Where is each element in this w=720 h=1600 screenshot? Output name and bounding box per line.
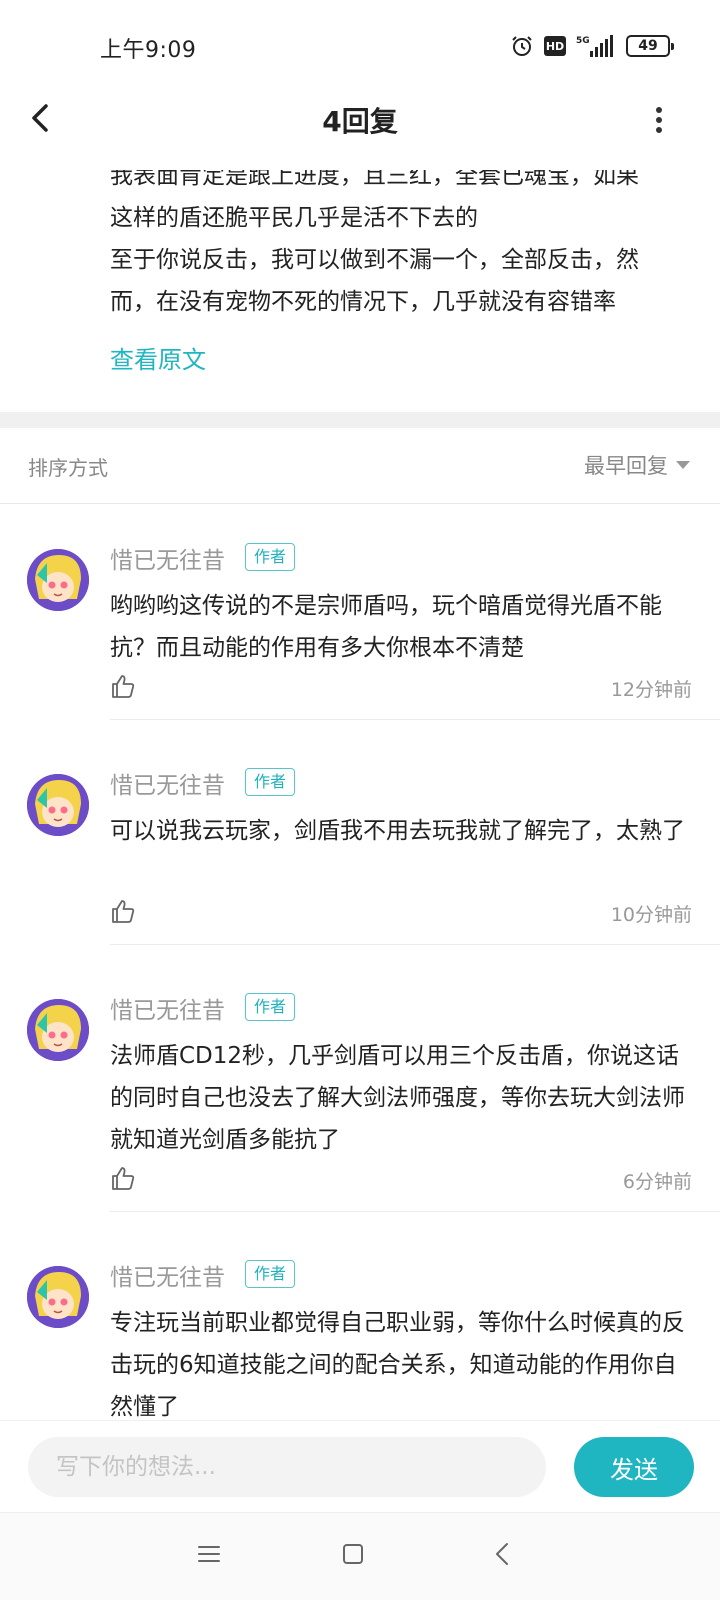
author-badge: 作者 [245, 768, 296, 796]
caret-down-icon [676, 461, 690, 469]
status-icons: HD 5G 49 [510, 32, 674, 60]
avatar-image [27, 999, 89, 1061]
back-chevron-icon[interactable] [488, 1539, 518, 1569]
system-nav-bar [0, 1512, 720, 1600]
reply-list: 惜已无往昔 作者 哟哟哟这传说的不是宗师盾吗，玩个暗盾觉得光盾不能抗？而且动能的… [0, 505, 720, 1420]
reply-time: 6分钟前 [622, 1171, 692, 1193]
post-line: 至于你说反击，我可以做到不漏一个，全部反击，然 [110, 247, 639, 273]
page-title: 4回复 [322, 105, 398, 138]
avatar[interactable] [27, 549, 89, 611]
reply-input-bar: 发送 [0, 1420, 720, 1510]
sort-label: 排序方式 [28, 456, 108, 480]
username[interactable]: 惜已无往昔 [110, 1258, 225, 1292]
menu-icon[interactable] [194, 1539, 224, 1569]
reply-item: 惜已无往昔 作者 可以说我云玩家，剑盾我不用去玩我就了解完了，太熟了 10分钟前 [0, 730, 720, 955]
status-bar: 上午9:09 HD 5G 49 [0, 0, 720, 92]
avatar[interactable] [27, 999, 89, 1061]
thumbs-up-icon[interactable] [110, 1165, 136, 1191]
author-badge: 作者 [245, 993, 296, 1021]
username[interactable]: 惜已无往昔 [110, 766, 225, 800]
reply-item: 惜已无往昔 作者 法师盾CD12秒，几乎剑盾可以用三个反击盾，你说这话的同时自己… [0, 955, 720, 1222]
sort-dropdown[interactable]: 最早回复 [584, 450, 690, 480]
reply-text: 可以说我云玩家，剑盾我不用去玩我就了解完了，太熟了 [110, 818, 685, 844]
author-badge: 作者 [245, 1260, 296, 1288]
avatar[interactable] [27, 1266, 89, 1328]
battery-indicator: 49 [626, 35, 674, 57]
post-line: 而，在没有宠物不死的情况下，几乎就没有容错率 [110, 289, 616, 315]
reply-text: 专注玩当前职业都觉得自己职业弱，等你什么时候真的反击玩的6知道技能之间的配合关系… [110, 1310, 685, 1420]
avatar-image [27, 549, 89, 611]
sort-value: 最早回复 [584, 454, 668, 478]
reply-time: 12分钟前 [610, 679, 692, 701]
username[interactable]: 惜已无往昔 [110, 541, 225, 575]
reply-input[interactable] [28, 1437, 546, 1497]
row-divider [110, 1211, 720, 1212]
reply-text: 哟哟哟这传说的不是宗师盾吗，玩个暗盾觉得光盾不能抗？而且动能的作用有多大你根本不… [110, 593, 662, 661]
avatar-image [27, 774, 89, 836]
view-original-link[interactable]: 查看原文 [110, 340, 206, 375]
reply-text: 法师盾CD12秒，几乎剑盾可以用三个反击盾，你说这话的同时自己也没去了解大剑法师… [110, 1043, 685, 1153]
header: 4回复 [0, 92, 720, 170]
sort-bar: 排序方式 最早回复 [0, 428, 720, 504]
avatar-image [27, 1266, 89, 1328]
section-divider [0, 412, 720, 428]
status-time: 上午9:09 [100, 38, 197, 63]
original-post: 我表面肯定是跟上进度，且三红，全套已魂宝，如果 这样的盾还脆平民几乎是活不下去的… [0, 170, 720, 412]
author-badge: 作者 [245, 543, 296, 571]
signal-icon: 5G [576, 35, 613, 57]
alarm-clock-icon [512, 36, 532, 56]
row-divider [110, 719, 720, 720]
reply-item: 惜已无往昔 作者 哟哟哟这传说的不是宗师盾吗，玩个暗盾觉得光盾不能抗？而且动能的… [0, 505, 720, 730]
home-square-icon[interactable] [338, 1539, 368, 1569]
reply-time: 10分钟前 [610, 904, 692, 926]
network-label: 5G [576, 36, 590, 46]
thumbs-up-icon[interactable] [110, 898, 136, 924]
post-line: 这样的盾还脆平民几乎是活不下去的 [110, 205, 478, 231]
avatar[interactable] [27, 774, 89, 836]
reply-item: 惜已无往昔 作者 专注玩当前职业都觉得自己职业弱，等你什么时候真的反击玩的6知道… [0, 1222, 720, 1420]
send-button[interactable]: 发送 [574, 1437, 694, 1497]
username[interactable]: 惜已无往昔 [110, 991, 225, 1025]
hd-badge: HD [544, 36, 566, 56]
post-line: 我表面肯定是跟上进度，且三红，全套已魂宝，如果 [110, 170, 639, 189]
more-vertical-icon[interactable] [644, 100, 674, 140]
row-divider [110, 944, 720, 945]
thumbs-up-icon[interactable] [110, 673, 136, 699]
